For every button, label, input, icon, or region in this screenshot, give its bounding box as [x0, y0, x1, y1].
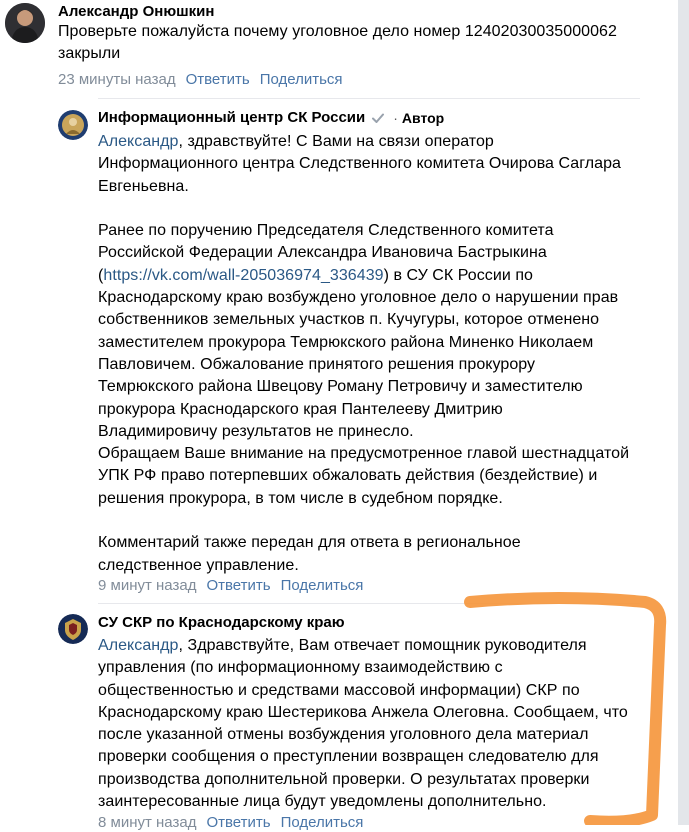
comment-text: Александр, Здравствуйте, Вам отвечает по… — [98, 635, 628, 813]
text-line: заместителем прокурора Темрюкского район… — [98, 333, 594, 351]
text-line: решения прокурора, в том числе в судебно… — [98, 489, 503, 507]
reply-button[interactable]: Ответить — [186, 71, 250, 88]
avatar[interactable] — [58, 110, 88, 140]
text-line: Российской Федерации Александра Иванович… — [98, 244, 547, 262]
mention-link[interactable]: Александр — [98, 133, 179, 150]
comment-meta: 8 минут назад Ответить Поделиться — [98, 814, 373, 832]
comment-time[interactable]: 9 минут назад — [98, 577, 196, 594]
verified-icon — [371, 111, 385, 125]
text-line: производства дополнительной проверки. О … — [98, 770, 590, 788]
text-line: Александр, здравствуйте! С Вами на связи… — [98, 131, 629, 153]
text-line: прокурора Краснодарского края Пантелееву… — [98, 400, 503, 418]
text-span: , Здравствуйте, Вам отвечает помощник ру… — [178, 637, 587, 654]
comment-text: Проверьте пожалуйста почему уголовное де… — [58, 21, 617, 66]
text-line: заинтересованные лица будут уведомлены д… — [98, 793, 547, 811]
comment-time[interactable]: 23 минуты назад — [58, 71, 176, 88]
comment-time[interactable]: 8 минут назад — [98, 814, 196, 831]
text-line: Владимировичу результатов не принесло. — [98, 422, 414, 440]
comment-author[interactable]: Александр Онюшкин — [58, 3, 214, 21]
comment-author[interactable]: СУ СКР по Краснодарскому краю — [98, 614, 345, 632]
text-line: (https://vk.com/wall-205036974_336439) в… — [98, 265, 629, 287]
text-line: после указанной отмены возбуждения уголо… — [98, 726, 589, 744]
author-role: · Автор — [393, 110, 444, 126]
divider — [98, 603, 640, 604]
text-line: следственное управление. — [98, 556, 299, 574]
text-line: Павловичем. Обжалование принятого решени… — [98, 355, 536, 373]
text-line: Проверьте пожалуйста почему уголовное де… — [58, 23, 617, 40]
emblem-icon — [58, 614, 88, 644]
role-label: Автор — [401, 110, 445, 126]
separator-dot: · — [393, 110, 398, 126]
text-line: Информационного центра Следственного ком… — [98, 155, 622, 173]
share-button[interactable]: Поделиться — [281, 577, 364, 594]
text-line: Ранее по поручению Председателя Следстве… — [98, 222, 554, 240]
reply-button[interactable]: Ответить — [206, 577, 270, 594]
avatar[interactable] — [58, 614, 88, 644]
text-line: проверки сообщения о преступлении возвра… — [98, 748, 599, 766]
mention-link[interactable]: Александр — [98, 637, 179, 654]
emblem-icon — [58, 110, 88, 140]
avatar[interactable] — [5, 3, 45, 43]
text-line: Комментарий также передан для ответа в р… — [98, 534, 521, 552]
share-button[interactable]: Поделиться — [260, 71, 343, 88]
text-line: общественностью и средствами массовой ин… — [98, 681, 580, 699]
avatar-photo — [5, 3, 45, 43]
text-span: , здравствуйте! С Вами на связи оператор — [178, 133, 494, 150]
comment-text: Александр, здравствуйте! С Вами на связи… — [98, 131, 629, 577]
text-line: закрыли — [58, 45, 121, 63]
comment-meta: 23 минуты назад Ответить Поделиться — [58, 71, 353, 89]
page-scroll-edge — [678, 0, 689, 825]
divider — [98, 98, 640, 99]
text-line: Евгеньевна. — [98, 177, 189, 195]
text-line: Темрюкского района Швецову Роману Петров… — [98, 378, 583, 396]
text-span: ) в СУ СК России по — [383, 266, 533, 284]
comment-author[interactable]: Информационный центр СК России — [98, 109, 365, 127]
reply-button[interactable]: Ответить — [206, 814, 270, 831]
comment-meta: 9 минут назад Ответить Поделиться — [98, 577, 373, 595]
text-line: УПК РФ право потерпевших обжаловать дейс… — [98, 467, 598, 485]
author-line: Информационный центр СК России · Автор — [98, 109, 444, 127]
text-line: Александр, Здравствуйте, Вам отвечает по… — [98, 635, 628, 657]
post-link[interactable]: https://vk.com/wall-205036974_336439 — [103, 267, 383, 284]
share-button[interactable]: Поделиться — [281, 814, 364, 831]
text-line: собственников земельных участков п. Кучу… — [98, 311, 600, 329]
text-line: Краснодарскому краю Шестерикова Анжела О… — [98, 703, 628, 721]
text-line: Краснодарскому краю возбуждено уголовное… — [98, 289, 619, 307]
text-line: управления (по информационному взаимодей… — [98, 659, 503, 677]
text-line: Обращаем Ваше внимание на предусмотренно… — [98, 445, 630, 463]
